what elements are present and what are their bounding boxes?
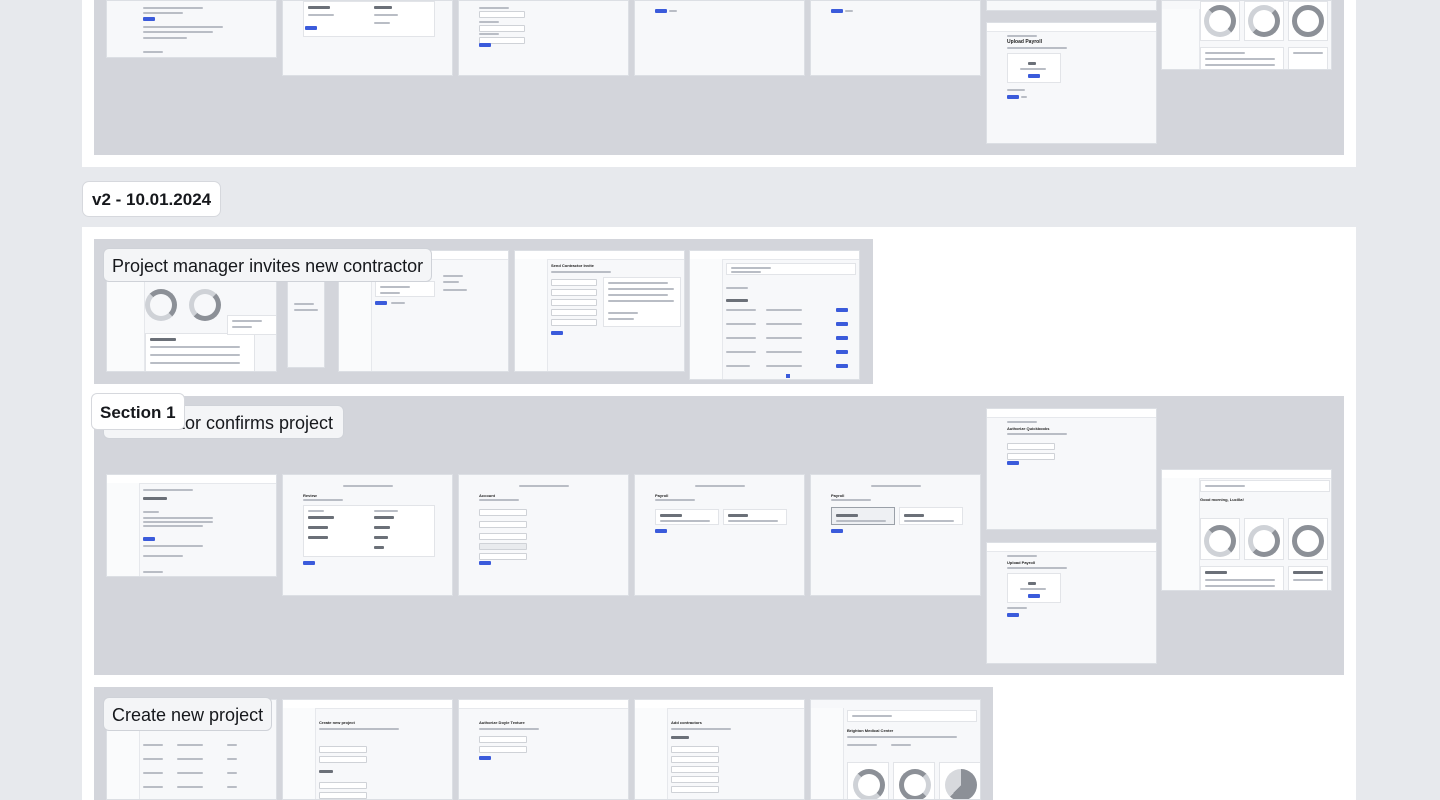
frame-add-contractors[interactable]: Add contractors bbox=[634, 699, 805, 800]
frame-top-upload-title: Upload Payroll bbox=[1007, 39, 1043, 45]
frame-top-upload[interactable]: Upload Payroll bbox=[986, 22, 1157, 144]
frame-create-project[interactable]: Create new project bbox=[282, 699, 453, 800]
send-invite-title: Send Contractor Invite bbox=[551, 263, 594, 268]
frame-top-review[interactable] bbox=[282, 0, 453, 76]
confirm-account-title: Account bbox=[479, 493, 495, 498]
confirm-authorize-title: Authorize Quickbooks bbox=[1007, 426, 1050, 431]
frame-top-email[interactable] bbox=[106, 0, 277, 58]
confirm-payroll-2-title: Payroll bbox=[831, 493, 845, 498]
frame-top-payroll[interactable] bbox=[634, 0, 805, 76]
frame-top-authorize[interactable] bbox=[986, 0, 1157, 11]
create-section-title[interactable]: Create new project bbox=[103, 697, 273, 731]
frame-confirm-account[interactable]: Account bbox=[458, 474, 629, 596]
frame-confirm-review[interactable]: Review bbox=[282, 474, 453, 596]
frame-send-invite[interactable]: Send Contractor Invite bbox=[514, 250, 685, 372]
frame-top-payroll-2[interactable] bbox=[810, 0, 981, 76]
version-label[interactable]: v2 - 10.01.2024 bbox=[82, 181, 222, 217]
add-contractors-title: Add contractors bbox=[671, 720, 702, 725]
invite-section-title[interactable]: Project manager invites new contractor bbox=[103, 248, 433, 282]
frame-confirm-dashboard[interactable]: Good morning, Lucilla! bbox=[1161, 469, 1332, 591]
frame-confirm-authorize[interactable]: Authorize Quickbooks bbox=[986, 408, 1157, 530]
frame-confirm-upload[interactable]: Upload Payroll bbox=[986, 542, 1157, 664]
brighton-title: Brighton Medical Center bbox=[847, 728, 894, 733]
confirm-review-title: Review bbox=[303, 493, 317, 498]
frame-confirm-email[interactable] bbox=[106, 474, 277, 577]
frame-top-dashboard[interactable] bbox=[1161, 0, 1332, 70]
confirm-upload-title: Upload Payroll bbox=[1007, 560, 1036, 565]
frame-contractor-list[interactable] bbox=[689, 250, 860, 380]
frame-authorize-doyle[interactable]: Authorize Doyle Texture bbox=[458, 699, 629, 800]
frame-confirm-payroll[interactable]: Payroll bbox=[634, 474, 805, 596]
authorize-doyle-title: Authorize Doyle Texture bbox=[479, 720, 525, 725]
frame-brighton[interactable]: Brighton Medical Center bbox=[810, 699, 981, 800]
frame-confirm-payroll-2[interactable]: Payroll bbox=[810, 474, 981, 596]
confirm-dashboard-greeting: Good morning, Lucilla! bbox=[1200, 497, 1244, 502]
create-project-title: Create new project bbox=[319, 720, 355, 725]
section1-label[interactable]: Section 1 bbox=[91, 393, 185, 430]
frame-top-account[interactable] bbox=[458, 0, 629, 76]
confirm-payroll-title: Payroll bbox=[655, 493, 669, 498]
